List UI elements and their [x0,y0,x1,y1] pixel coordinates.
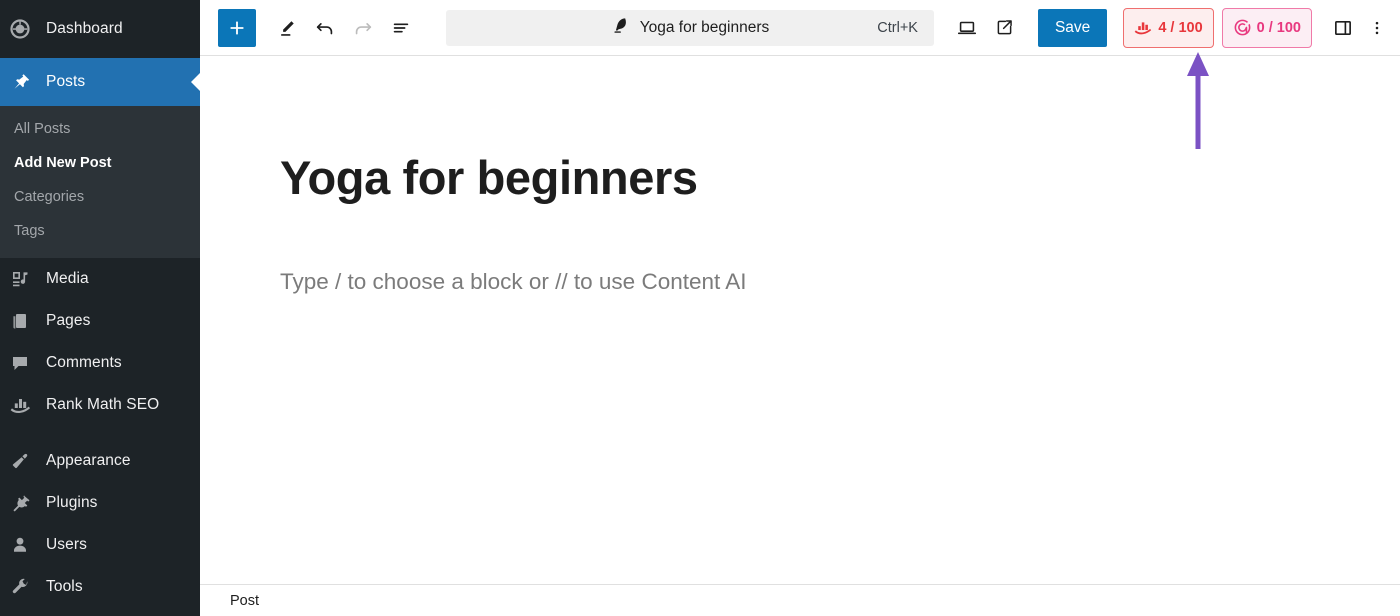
sidebar-item-label: Pages [46,312,91,329]
post-title[interactable]: Yoga for beginners [280,153,1400,203]
command-bar[interactable]: Yoga for beginners Ctrl+K [446,9,934,46]
content-ai-icon [1233,18,1252,37]
tools-icon [10,577,38,597]
sidebar-item-label: Posts [46,73,86,90]
comment-icon [10,353,38,373]
add-block-button[interactable] [218,8,256,47]
sidebar-item-media[interactable]: Media [0,258,200,300]
command-bar-content: Yoga for beginners [611,15,770,40]
sidebar-item-pages[interactable]: Pages [0,300,200,342]
redo-button[interactable] [344,9,382,47]
sidebar-item-users[interactable]: Users [0,524,200,566]
sidebar-item-plugins[interactable]: Plugins [0,482,200,524]
pages-icon [10,311,38,331]
pin-icon [10,72,38,92]
sidebar-item-posts[interactable]: Posts [0,58,200,106]
current-menu-caret [191,73,200,91]
sidebar-item-label: Appearance [46,452,131,469]
sidebar-item-label: Plugins [46,494,98,511]
wordpress-block-editor: Dashboard Posts All Posts Add New Post C… [0,0,1400,616]
posts-submenu: All Posts Add New Post Categories Tags [0,106,200,258]
appearance-icon [10,451,38,471]
sidebar-item-label: Dashboard [46,20,123,37]
view-device-button[interactable] [948,9,986,47]
seo-score-label: 4 / 100 [1158,19,1203,36]
sidebar-subitem-add-new-post[interactable]: Add New Post [0,146,200,180]
sidebar-item-label: Tools [46,578,83,595]
content-ai-score-badge[interactable]: 0 / 100 [1221,7,1312,48]
sidebar-item-label: Comments [46,354,122,371]
command-bar-shortcut: Ctrl+K [877,19,918,36]
sidebar-item-label: Rank Math SEO [46,396,160,413]
editor-canvas[interactable]: Yoga for beginners Type / to choose a bl… [200,56,1400,584]
users-icon [10,535,38,555]
content-ai-score-label: 0 / 100 [1256,19,1301,36]
settings-sidebar-toggle[interactable] [1324,9,1362,47]
sidebar-divider [0,426,200,440]
sidebar-item-label: Users [46,536,87,553]
tools-pencil-button[interactable] [268,9,306,47]
admin-sidebar: Dashboard Posts All Posts Add New Post C… [0,0,200,616]
rank-math-icon [1134,19,1153,36]
sidebar-item-appearance[interactable]: Appearance [0,440,200,482]
feather-icon [611,15,631,40]
toolbar-right-group: Save 4 / 100 0 / 100 [948,7,1390,48]
breadcrumb[interactable]: Post [230,593,259,609]
editor-toolbar: Yoga for beginners Ctrl+K Save 4 / 100 0… [200,0,1400,56]
editor-main: Yoga for beginners Ctrl+K Save 4 / 100 0… [200,0,1400,616]
post-body-placeholder[interactable]: Type / to choose a block or // to use Co… [280,269,1400,295]
seo-score-badge[interactable]: 4 / 100 [1123,7,1214,48]
rank-math-icon [10,395,38,415]
editor-footer: Post [200,584,1400,616]
command-bar-title: Yoga for beginners [639,18,770,36]
sidebar-subitem-tags[interactable]: Tags [0,214,200,248]
sidebar-subitem-categories[interactable]: Categories [0,180,200,214]
sidebar-item-rank-math-seo[interactable]: Rank Math SEO [0,384,200,426]
more-options-button[interactable] [1364,9,1390,47]
sidebar-item-label: Media [46,270,89,287]
save-button[interactable]: Save [1037,8,1108,47]
sidebar-item-dashboard[interactable]: Dashboard [0,0,200,58]
list-view-button[interactable] [382,9,420,47]
plugin-icon [10,493,38,513]
undo-button[interactable] [306,9,344,47]
dashboard-icon [10,19,38,39]
sidebar-subitem-all-posts[interactable]: All Posts [0,112,200,146]
media-icon [10,269,38,289]
sidebar-item-comments[interactable]: Comments [0,342,200,384]
sidebar-item-tools[interactable]: Tools [0,566,200,608]
preview-external-button[interactable] [986,9,1024,47]
